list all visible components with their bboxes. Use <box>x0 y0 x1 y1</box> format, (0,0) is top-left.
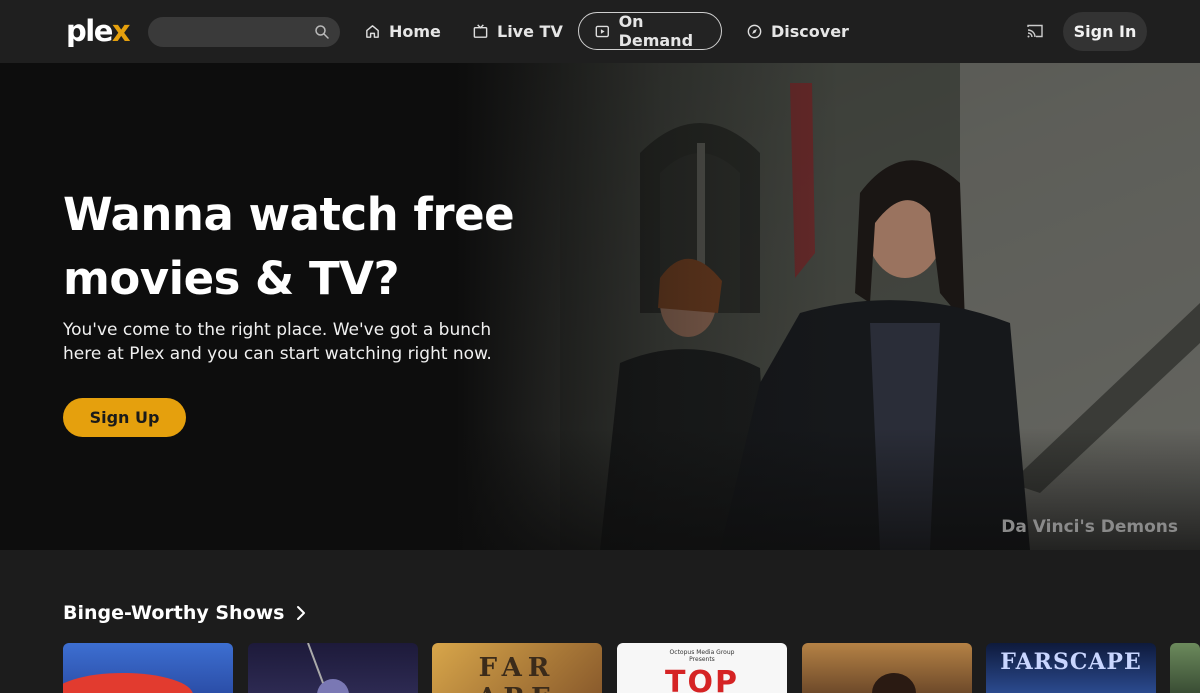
card-art <box>307 643 349 693</box>
hero-banner: Wanna watch free movies & TV? You've com… <box>0 63 1200 550</box>
play-icon <box>595 25 609 37</box>
search-input[interactable] <box>148 17 340 47</box>
show-card[interactable]: Octopus Media Group Presents TOP <box>617 643 787 693</box>
nav-live-tv[interactable]: Live TV <box>472 13 563 49</box>
nav-on-demand[interactable]: On Demand <box>578 12 722 50</box>
nav-discover-label: Discover <box>771 21 849 41</box>
home-icon <box>366 24 379 38</box>
show-card[interactable] <box>1170 643 1200 693</box>
card-subtitle: Octopus Media Group Presents <box>669 649 735 663</box>
row-binge-worthy-shows[interactable]: Binge-Worthy Shows <box>63 602 308 624</box>
sign-up-button[interactable]: Sign Up <box>63 398 186 437</box>
top-nav: plex Home Live TV On Demand Discover Sig… <box>0 0 1200 63</box>
card-art <box>872 673 916 693</box>
show-title-caption: Da Vinci's Demons <box>1001 517 1178 537</box>
nav-discover[interactable]: Discover <box>746 13 849 49</box>
tv-icon <box>473 23 488 38</box>
card-art <box>63 673 193 693</box>
show-card[interactable] <box>63 643 233 693</box>
row-title-label: Binge-Worthy Shows <box>63 602 285 624</box>
card-title: FARSCAPE <box>1000 649 1142 675</box>
nav-live-tv-label: Live TV <box>497 21 563 41</box>
sign-in-button[interactable]: Sign In <box>1063 12 1147 51</box>
plex-logo[interactable]: plex <box>66 14 131 48</box>
card-title: FAR ARE <box>477 653 556 693</box>
hero-title: Wanna watch free movies & TV? <box>63 188 515 305</box>
compass-icon <box>747 24 762 38</box>
nav-home[interactable]: Home <box>364 13 441 49</box>
chevron-right-icon <box>297 606 306 620</box>
search-icon <box>315 25 329 39</box>
show-card[interactable]: FAR ARE <box>432 643 602 693</box>
nav-home-label: Home <box>389 21 441 41</box>
cast-icon[interactable] <box>1026 22 1044 40</box>
show-card[interactable] <box>248 643 418 693</box>
show-card[interactable] <box>802 643 972 693</box>
card-title: TOP <box>665 665 739 693</box>
show-card[interactable]: FARSCAPE <box>986 643 1156 693</box>
hero-description: You've come to the right place. We've go… <box>63 320 492 364</box>
nav-on-demand-label: On Demand <box>618 12 694 50</box>
